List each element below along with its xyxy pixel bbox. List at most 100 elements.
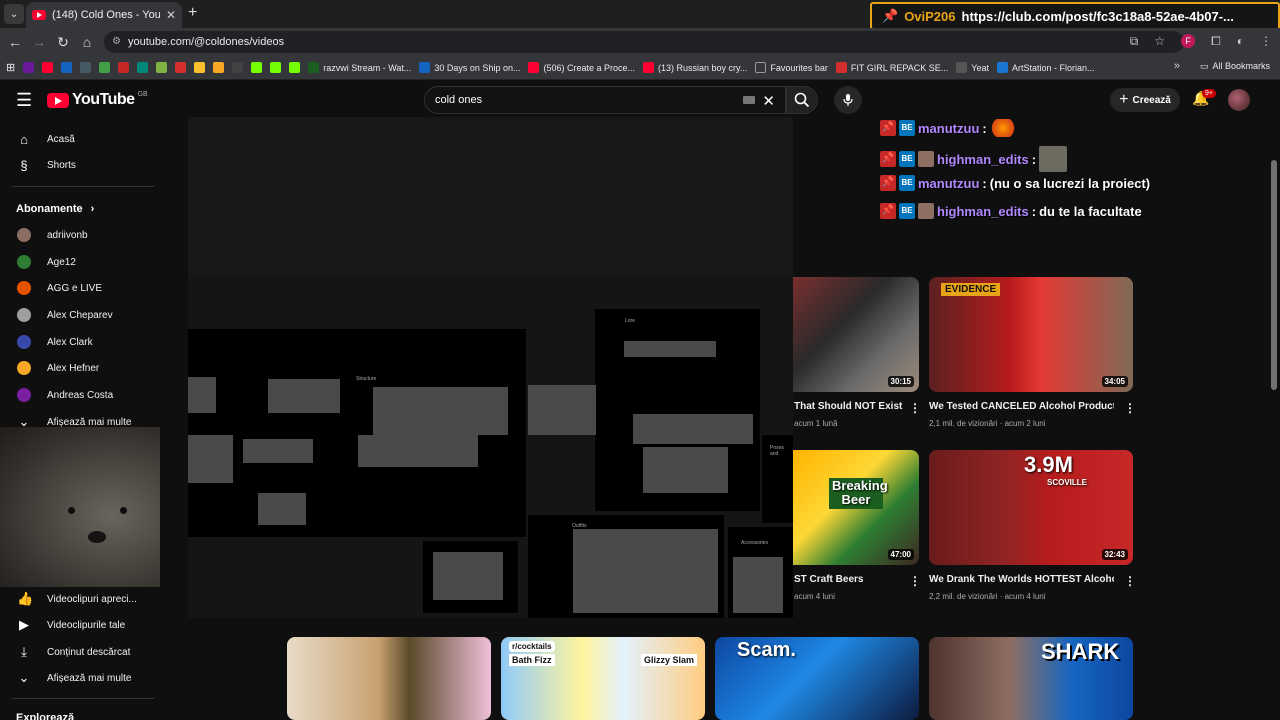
chat-message: 📌 BE manutzuu: [880,119,1016,137]
bookmark-item[interactable]: 30 Days on Ship on... [419,62,520,73]
chevron-down-icon: ⌄ [9,8,19,20]
thumbs-up-icon: 👍 [17,591,34,606]
video-thumbnail[interactable]: 3.9M SCOVILLE 32:43 [929,450,1133,565]
video-menu-icon[interactable]: ⋮ [1124,401,1136,415]
thumbnail-subtext: SCOVILLE [1047,478,1088,487]
youtube-logo[interactable]: YouTube GB [47,91,148,109]
sidebar-item-liked[interactable]: 👍 Videoclipuri apreci... [0,586,160,612]
channel-avatar [17,308,31,322]
home-icon[interactable]: ⌂ [75,34,99,50]
bookmark-icon-14[interactable] [270,62,282,73]
account-avatar[interactable] [1228,89,1250,111]
bookmark-item[interactable]: razvwi Stream - Wat... [308,62,411,73]
sidebar-item-home[interactable]: ⌂ Acasă [0,126,160,152]
bookmark-icon-12[interactable] [232,62,244,73]
video-meta: acum 4 luni [794,592,835,601]
search-input[interactable]: cold ones ✕ [424,86,786,114]
video-title[interactable]: We Tested CANCELED Alcohol Products [929,401,1114,412]
video-thumbnail[interactable]: Breaking Beer 47:00 [793,450,919,565]
bookmark-icon-13[interactable] [251,62,263,73]
menu-icon[interactable]: ⋮ [1260,34,1272,49]
prezi-tile [573,529,718,613]
sidebar-subscription[interactable]: adriivonb [0,222,160,248]
video-thumbnail[interactable]: r/cocktails Bath Fizz Glizzy Slam [501,637,705,720]
bookmark-folder[interactable]: Favourites bar [755,62,828,73]
address-bar[interactable]: ⚙ youtube.com/@coldones/videos [104,31,1184,53]
bookmark-icon-8[interactable] [156,62,168,73]
bookmark-icon-9[interactable] [175,62,187,73]
more-bookmarks-icon[interactable]: » [1174,60,1180,72]
all-bookmarks[interactable]: ▭ All Bookmarks [1200,61,1270,72]
notification-badge: 9+ [1202,89,1216,98]
bookmark-icon-5[interactable] [99,62,111,73]
keyboard-icon[interactable] [743,96,755,104]
video-thumbnail[interactable]: SHARK [929,637,1133,720]
video-title[interactable]: ST Craft Beers [794,574,904,585]
profile-icon[interactable]: ◐ [1237,34,1244,49]
sidebar-divider [12,186,154,187]
prezi-label-poses: Poses and [770,445,784,457]
bookmark-item[interactable]: ArtStation - Florian... [996,62,1095,73]
video-menu-icon[interactable]: ⋮ [1124,574,1136,588]
video-meta: acum 1 lună [794,419,838,428]
thumbnail-text: 3.9M [1024,452,1073,477]
thumbnail-subtext: Bath Fizz [509,654,555,666]
hamburger-menu-icon[interactable]: ☰ [16,90,32,111]
video-thumbnail[interactable]: 30:15 [793,277,919,392]
bookmark-icon-1[interactable] [23,62,35,73]
bookmark-item[interactable]: (506) Create a Proce... [528,62,635,73]
sidebar-subscription[interactable]: Alex Clark [0,329,160,355]
bookmark-icon-6[interactable] [118,62,130,73]
bookmark-icon-4[interactable] [80,62,92,73]
sidebar-subscription[interactable]: Age12 [0,249,160,275]
tab-search-button[interactable]: ⌄ [4,4,24,24]
sidebar-item-your-videos[interactable]: ▶ Videoclipurile tale [0,612,160,638]
video-menu-icon[interactable]: ⋮ [909,574,921,588]
site-info-icon[interactable]: ⚙ [112,36,121,47]
reload-icon[interactable]: ↻ [51,34,75,51]
new-tab-button[interactable]: + [188,4,197,22]
page-scrollbar[interactable] [1271,160,1277,390]
clear-search-icon[interactable]: ✕ [762,92,775,110]
puzzle-icon[interactable]: ⧠ [1211,34,1221,49]
voice-search-button[interactable] [834,86,862,114]
video-thumbnail[interactable]: Scam. [715,637,919,720]
apps-icon[interactable]: ⊞ [6,61,15,74]
bookmark-icon-15[interactable] [289,62,301,73]
sidebar-subscription[interactable]: Andreas Costa [0,382,160,408]
video-menu-icon[interactable]: ⋮ [909,401,921,415]
bookmark-item[interactable]: FIT GIRL REPACK SE... [835,62,948,73]
stream-notification-banner: 📌 OviP206 https://club.com/post/fc3c18a8… [870,2,1280,30]
subscriptions-heading[interactable]: Abonamente › [16,203,94,215]
create-button[interactable]: + Creează [1110,88,1180,112]
sidebar-subscription[interactable]: Alex Hefner [0,355,160,381]
sidebar-item-shorts[interactable]: § Shorts [0,152,160,178]
sidebar-item-downloads[interactable]: ⤓ Conținut descărcat [0,639,160,665]
bookmark-item[interactable]: (13) Russian boy cry... [643,62,747,73]
prezi-label-structure: Structure [356,376,377,382]
bookmark-item[interactable]: Yeat [956,62,989,73]
video-title[interactable]: That Should NOT Exist [794,401,904,412]
sidebar-subscription[interactable]: AGG e LIVE [0,275,160,301]
search-button[interactable] [786,86,818,114]
youtube-masthead: ☰ YouTube GB cold ones ✕ + Creează 🔔 9+ [0,80,1280,120]
sidebar-show-more-2[interactable]: ⌄ Afișează mai multe [0,665,160,691]
video-title[interactable]: We Drank The Worlds HOTTEST Alcohol [929,574,1114,585]
sidebar-subscription[interactable]: Alex Cheparev [0,302,160,328]
star-icon[interactable]: ☆ [1154,34,1165,49]
bookmark-icon-10[interactable] [194,62,206,73]
bookmark-icon-11[interactable] [213,62,225,73]
browser-tab-active[interactable]: (148) Cold Ones - YouTube ✕ [26,2,182,28]
video-thumbnail[interactable]: EVIDENCE 34:05 [929,277,1133,392]
extension-icon[interactable]: F [1181,34,1196,48]
channel-avatar [17,388,31,402]
video-thumbnail[interactable] [287,637,491,720]
bookmark-icon-3[interactable] [61,62,73,73]
forward-icon[interactable]: → [27,34,51,50]
tab-close-icon[interactable]: ✕ [166,8,176,22]
back-icon[interactable]: ← [3,34,27,50]
seal-nose [88,531,106,543]
bookmark-icon-2[interactable] [42,62,54,73]
bookmark-icon-7[interactable] [137,62,149,73]
cast-icon[interactable]: ⧉ [1130,34,1139,49]
